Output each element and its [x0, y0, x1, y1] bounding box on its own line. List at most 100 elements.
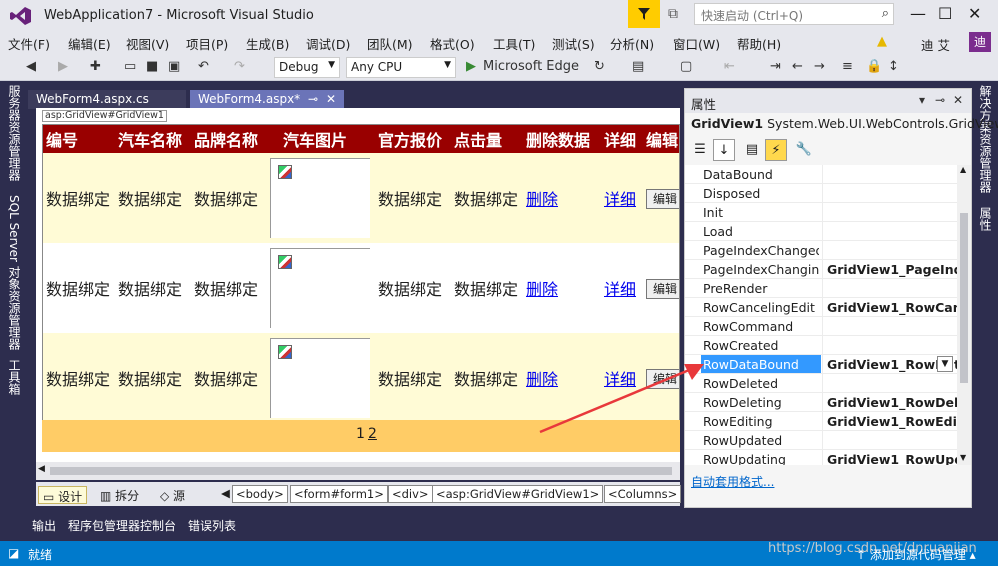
breadcrumb-columns[interactable]: <Columns>	[604, 485, 682, 503]
open-file-icon[interactable]: ▭	[124, 59, 136, 74]
quick-launch-input[interactable]: 快速启动 (Ctrl+Q) ⌕	[694, 3, 894, 25]
menu-tools[interactable]: 工具(T)	[493, 34, 535, 53]
tab-sql-server-explorer[interactable]: SQL Server 对象资源管理器	[6, 195, 23, 350]
breadcrumb-form[interactable]: <form#form1>	[290, 485, 388, 503]
event-handler-field[interactable]	[822, 374, 957, 393]
event-row[interactable]: Load	[685, 222, 957, 241]
detail-link[interactable]: 详细	[604, 190, 636, 209]
menu-help[interactable]: 帮助(H)	[737, 34, 781, 53]
breadcrumb-body[interactable]: <body>	[232, 485, 288, 503]
warning-icon[interactable]: ▲	[877, 34, 887, 49]
control-smart-tag[interactable]: asp:GridView#GridView1	[42, 110, 167, 122]
event-handler-field[interactable]	[822, 431, 957, 450]
event-row[interactable]: RowUpdating GridView1_RowUpdating	[685, 450, 957, 465]
close-icon[interactable]: ✕	[953, 93, 963, 107]
comment-icon[interactable]: ≡	[842, 59, 853, 74]
new-item-icon[interactable]: ✚	[90, 59, 101, 74]
event-handler-field[interactable]: GridView1_PageIndexChanging	[822, 260, 957, 279]
nav-forward-icon[interactable]: →	[814, 59, 825, 74]
menu-debug[interactable]: 调试(D)	[306, 34, 350, 53]
maximize-icon[interactable]: ☐	[938, 4, 952, 23]
run-target-button[interactable]: Microsoft Edge	[483, 59, 579, 74]
refresh-icon[interactable]: ↻	[594, 59, 605, 74]
view-source-button[interactable]: ◇ 源	[156, 486, 189, 504]
event-row[interactable]: RowCommand	[685, 317, 957, 336]
close-tab-icon[interactable]: ✕	[326, 92, 336, 106]
user-name[interactable]: 迪 艾	[921, 35, 950, 54]
notification-filter-button[interactable]	[628, 0, 660, 28]
feedback-icon[interactable]: ⧉	[668, 6, 678, 22]
detail-link[interactable]: 详细	[604, 280, 636, 299]
scroll-up-icon[interactable]: ▲	[960, 165, 966, 174]
forward-icon[interactable]: ▶	[58, 59, 68, 74]
event-row[interactable]: RowCreated	[685, 336, 957, 355]
menu-edit[interactable]: 编辑(E)	[68, 34, 111, 53]
indent-icon[interactable]: ⇤	[724, 59, 735, 74]
undo-icon[interactable]: ↶	[198, 59, 209, 74]
event-row[interactable]: RowDataBoundGridView1_RowDataBound▼	[685, 355, 957, 374]
event-handler-field[interactable]	[822, 317, 957, 336]
edit-button[interactable]: 编辑	[646, 278, 679, 299]
delete-link[interactable]: 删除	[526, 280, 558, 299]
event-row[interactable]: PageIndexChangingGridView1_PageIndexChan…	[685, 260, 957, 279]
tab-toolbox[interactable]: 工具箱	[6, 359, 23, 395]
redo-icon[interactable]: ↷	[234, 59, 245, 74]
event-row[interactable]: PreRender	[685, 279, 957, 298]
avatar[interactable]: 迪	[969, 32, 991, 52]
event-row[interactable]: DataBound	[685, 165, 957, 184]
tab-properties[interactable]: 属性	[977, 207, 994, 231]
event-row[interactable]: RowDeleting GridView1_RowDeleting	[685, 393, 957, 412]
back-icon[interactable]: ◀	[26, 59, 36, 74]
categorized-icon[interactable]: ☰	[689, 139, 711, 161]
save-icon[interactable]: ■	[146, 59, 158, 74]
properties-object-selector[interactable]: GridView1 System.Web.UI.WebControls.Grid…	[691, 116, 998, 131]
event-row[interactable]: Disposed	[685, 184, 957, 203]
scrollbar-thumb[interactable]	[960, 213, 968, 383]
event-row[interactable]: RowDeleted	[685, 374, 957, 393]
bookmark-icon[interactable]: ▢	[680, 59, 692, 74]
menu-file[interactable]: 文件(F)	[8, 34, 50, 53]
save-all-icon[interactable]: ▣	[168, 59, 180, 74]
event-handler-field[interactable]	[822, 165, 957, 184]
event-handler-field[interactable]: GridView1_RowEditing	[822, 412, 957, 431]
property-pages-icon[interactable]: 🔧	[793, 139, 815, 161]
breadcrumb-div[interactable]: <div>	[388, 485, 433, 503]
menu-project[interactable]: 项目(P)	[186, 34, 228, 53]
bookmark-nav-icon[interactable]: ⇥	[770, 59, 781, 74]
properties-view-icon[interactable]: ▤	[741, 139, 763, 161]
events-lightning-icon[interactable]: ⚡	[765, 139, 787, 161]
crumb-scroll-left-icon[interactable]: ◀	[218, 485, 233, 503]
events-scrollbar[interactable]: ▲ ▼	[957, 165, 971, 465]
chevron-down-icon[interactable]: ▾	[919, 93, 925, 107]
view-split-button[interactable]: ▥ 拆分	[96, 486, 143, 504]
pin-icon[interactable]: ⊸	[935, 93, 945, 107]
tab-output[interactable]: 输出	[32, 517, 56, 534]
menu-window[interactable]: 窗口(W)	[673, 34, 720, 53]
event-handler-field[interactable]: GridView1_RowCancelingEdit	[822, 298, 957, 317]
nav-back-icon[interactable]: ←	[792, 59, 803, 74]
event-handler-field[interactable]	[822, 222, 957, 241]
auto-format-link[interactable]: 自动套用格式...	[691, 473, 774, 490]
run-icon[interactable]: ▶	[466, 59, 476, 74]
view-design-button[interactable]: ▭ 设计	[38, 486, 88, 504]
tab-solution-explorer[interactable]: 解决方案资源管理器	[977, 85, 994, 193]
scrollbar-thumb[interactable]	[50, 467, 672, 475]
event-handler-field[interactable]	[822, 336, 957, 355]
menu-analyze[interactable]: 分析(N)	[610, 34, 654, 53]
pin-icon[interactable]: ⊸	[308, 92, 318, 106]
event-row[interactable]: RowUpdated	[685, 431, 957, 450]
menu-team[interactable]: 团队(M)	[367, 34, 413, 53]
event-handler-field[interactable]: GridView1_RowUpdating	[822, 450, 957, 465]
close-window-icon[interactable]: ✕	[968, 4, 981, 23]
minimize-icon[interactable]: —	[910, 4, 926, 23]
menu-build[interactable]: 生成(B)	[246, 34, 289, 53]
scroll-down-icon[interactable]: ▼	[960, 453, 966, 462]
event-row[interactable]: Init	[685, 203, 957, 222]
edit-button[interactable]: 编辑	[646, 188, 679, 209]
platform-select[interactable]: Any CPU ▼	[346, 57, 456, 78]
tab-webform4-aspx[interactable]: WebForm4.aspx* ⊸ ✕	[190, 90, 344, 109]
chevron-down-icon[interactable]: ▼	[937, 356, 953, 372]
event-row[interactable]: RowEditing GridView1_RowEditing	[685, 412, 957, 431]
event-handler-field[interactable]	[822, 241, 957, 260]
designer-horizontal-scrollbar[interactable]: ◀	[36, 462, 680, 480]
